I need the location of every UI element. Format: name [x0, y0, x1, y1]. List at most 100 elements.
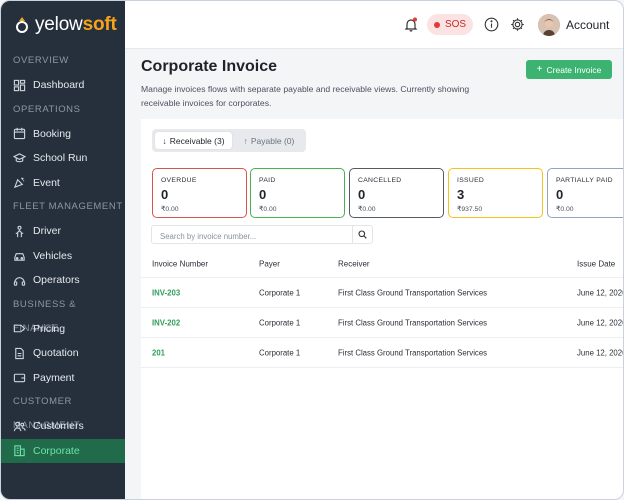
graduation-cap-icon: [13, 152, 26, 162]
summary-card-issued[interactable]: ISSUED 3 ₹937.50: [448, 168, 543, 218]
sidebar-item-label: Corporate: [33, 444, 80, 457]
column-header-invoice-number[interactable]: Invoice Number: [152, 260, 208, 269]
sidebar-section-overview: OVERVIEW Dashboard: [1, 49, 125, 98]
card-label: ISSUED: [457, 177, 485, 184]
card-count: 0: [259, 187, 267, 202]
table-row[interactable]: INV-203 Corporate 1 First Class Ground T…: [141, 278, 624, 308]
card-label: PARTIALLY PAID: [556, 177, 613, 184]
create-invoice-button[interactable]: + Create Invoice: [526, 60, 612, 79]
sidebar-section-customer: CUSTOMER MANAGMENT Customers Corporate: [1, 390, 125, 463]
sidebar: yelowsoft OVERVIEW Dashboard OPERATIONS …: [1, 1, 125, 499]
column-header-payer[interactable]: Payer: [259, 260, 280, 269]
sidebar-item-school-run[interactable]: School Run: [1, 146, 125, 171]
card-amount: ₹937.50: [457, 206, 483, 213]
sidebar-section-business: BUSINESS & FINANCE Pricing Quotation Pay…: [1, 293, 125, 391]
sidebar-section-title: CUSTOMER MANAGMENT: [13, 396, 81, 431]
plus-icon: +: [536, 63, 543, 75]
sidebar-item-label: Driver: [33, 225, 61, 238]
calendar-icon: [13, 128, 26, 140]
card-count: 0: [556, 187, 564, 202]
sidebar-item-label: Vehicles: [33, 249, 73, 262]
document-icon: [15, 347, 24, 359]
invoice-view-tabs: ↓ Receivable (3) ↑ Payable (0): [152, 129, 306, 152]
search-input[interactable]: [152, 228, 352, 245]
sidebar-item-event[interactable]: Event: [1, 171, 125, 196]
notification-bell-icon[interactable]: [404, 17, 418, 37]
dashboard-icon: [13, 79, 26, 91]
summary-card-paid[interactable]: PAID 0 ₹0.00: [250, 168, 345, 218]
invoice-number-link[interactable]: INV-203: [152, 288, 180, 297]
sidebar-item-quotation[interactable]: Quotation: [1, 341, 125, 366]
arrow-up-icon: ↑: [243, 135, 248, 146]
brand-name-plain: yelow: [35, 14, 83, 35]
card-amount: ₹0.00: [161, 206, 179, 213]
card-label: PAID: [259, 177, 276, 184]
receiver-cell: First Class Ground Transportation Servic…: [338, 348, 488, 357]
sidebar-item-booking[interactable]: Booking: [1, 122, 125, 147]
sidebar-section-title: FLEET MANAGEMENT: [13, 201, 123, 212]
sidebar-section-title: OPERATIONS: [13, 103, 81, 115]
summary-card-partially-paid[interactable]: PARTIALLY PAID 0 ₹0.00: [547, 168, 623, 218]
tab-receivable[interactable]: ↓ Receivable (3): [155, 132, 232, 149]
avatar[interactable]: [538, 14, 560, 36]
sidebar-item-vehicles[interactable]: Vehicles: [1, 244, 125, 269]
payer-cell: Corporate 1: [259, 288, 301, 297]
payer-cell: Corporate 1: [259, 318, 301, 327]
sos-button[interactable]: SOS: [427, 14, 473, 35]
tab-label: Receivable (3): [169, 135, 225, 146]
sidebar-item-label: Pricing: [33, 322, 66, 335]
car-icon: [14, 253, 25, 261]
invoice-search: [151, 225, 373, 245]
column-header-receiver[interactable]: Receiver: [338, 260, 370, 269]
wallet-icon: [13, 373, 26, 383]
settings-gear-icon[interactable]: [510, 17, 525, 37]
search-button[interactable]: [352, 226, 372, 243]
sidebar-section-operations: OPERATIONS Booking School Run Event: [1, 98, 125, 196]
card-count: 0: [358, 187, 366, 202]
sidebar-item-dashboard[interactable]: Dashboard: [1, 73, 125, 98]
summary-card-cancelled[interactable]: CANCELLED 0 ₹0.00: [349, 168, 444, 218]
brand-name: yelowsoft: [35, 14, 117, 36]
sidebar-section-fleet: FLEET MANAGEMENT Driver Vehicles Operato…: [1, 195, 125, 293]
top-bar: SOS Account: [125, 1, 623, 49]
logo-mark-icon: [16, 17, 28, 33]
sos-label: SOS: [444, 19, 467, 30]
issue-date-cell: June 12, 2026: [577, 318, 624, 327]
sidebar-item-payment[interactable]: Payment: [1, 366, 125, 391]
tab-label: Payable (0): [250, 135, 295, 146]
summary-card-overdue[interactable]: OVERDUE 0 ₹0.00: [152, 168, 247, 218]
receiver-cell: First Class Ground Transportation Servic…: [338, 288, 488, 297]
create-invoice-label: Create Invoice: [546, 64, 602, 75]
card-label: CANCELLED: [358, 177, 402, 184]
card-count: 3: [457, 187, 465, 202]
account-label[interactable]: Account: [566, 18, 609, 32]
sidebar-item-label: Operators: [33, 274, 80, 287]
column-header-issue-date[interactable]: Issue Date: [577, 260, 615, 269]
sidebar-section-title: OVERVIEW: [13, 55, 69, 66]
sos-dot-icon: [433, 21, 440, 28]
sidebar-item-operators[interactable]: Operators: [1, 268, 125, 293]
info-icon[interactable]: [484, 17, 499, 37]
table-header-row: Invoice Number Payer Receiver Issue Date: [141, 251, 623, 278]
sidebar-item-label: Dashboard: [33, 79, 85, 92]
brand-name-accent: soft: [82, 14, 117, 35]
card-amount: ₹0.00: [556, 206, 574, 213]
page-title: Corporate Invoice: [141, 58, 278, 75]
issue-date-cell: June 12, 2026: [577, 348, 624, 357]
table-row[interactable]: 201 Corporate 1 First Class Ground Trans…: [141, 338, 624, 368]
invoice-number-link[interactable]: 201: [152, 348, 165, 357]
table-row[interactable]: INV-202 Corporate 1 First Class Ground T…: [141, 308, 624, 338]
issue-date-cell: June 12, 2026: [577, 288, 624, 297]
search-icon: [358, 230, 367, 239]
invoice-number-link[interactable]: INV-202: [152, 318, 180, 327]
sidebar-item-corporate[interactable]: Corporate: [1, 438, 125, 463]
card-count: 0: [161, 187, 169, 202]
sidebar-item-label: Booking: [33, 127, 71, 140]
page-description: Manage invoices flows with separate paya…: [141, 84, 470, 108]
sidebar-item-driver[interactable]: Driver: [1, 219, 125, 244]
tab-payable[interactable]: ↑ Payable (0): [234, 132, 304, 149]
invoice-panel: ↓ Receivable (3) ↑ Payable (0) OVERDUE 0…: [141, 119, 624, 499]
brand-logo[interactable]: yelowsoft: [1, 1, 125, 49]
party-popper-icon: [13, 177, 25, 189]
building-icon: [14, 445, 25, 457]
